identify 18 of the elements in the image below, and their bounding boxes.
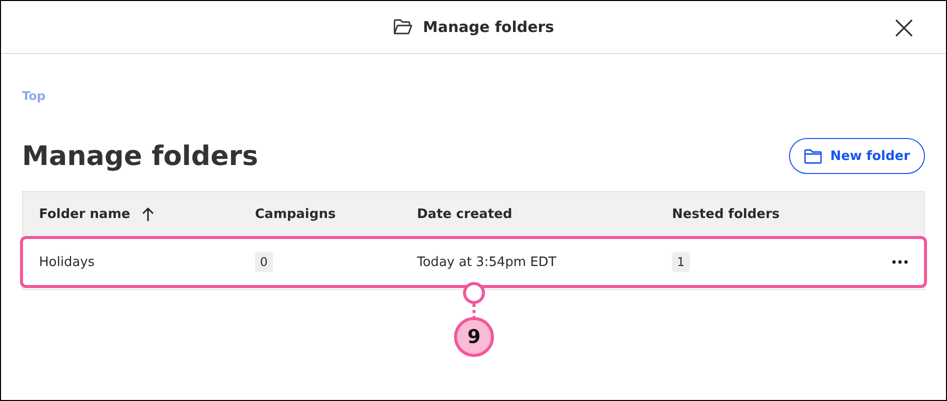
count-badge: 0 [255,252,273,272]
page-heading: Manage folders [22,140,258,172]
table-cell: Holidays [39,254,95,270]
count-badge: 1 [672,252,690,272]
column-header[interactable]: Date created [417,206,512,222]
callout-number: 9 [454,317,494,357]
column-header[interactable]: Folder name [39,206,130,222]
sort-up-icon[interactable] [142,206,154,222]
column-header[interactable]: Campaigns [255,206,336,222]
folder-icon [392,19,413,35]
folder-icon [804,148,822,164]
table-cell: Today at 3:54pm EDT [417,254,556,270]
column-header[interactable]: Nested folders [672,206,780,222]
new-folder-button[interactable]: New folder [789,138,925,174]
dialog-title: Manage folders [422,18,554,36]
callout-pointer [462,281,486,317]
more-icon[interactable] [892,260,908,264]
close-icon[interactable] [895,19,913,37]
